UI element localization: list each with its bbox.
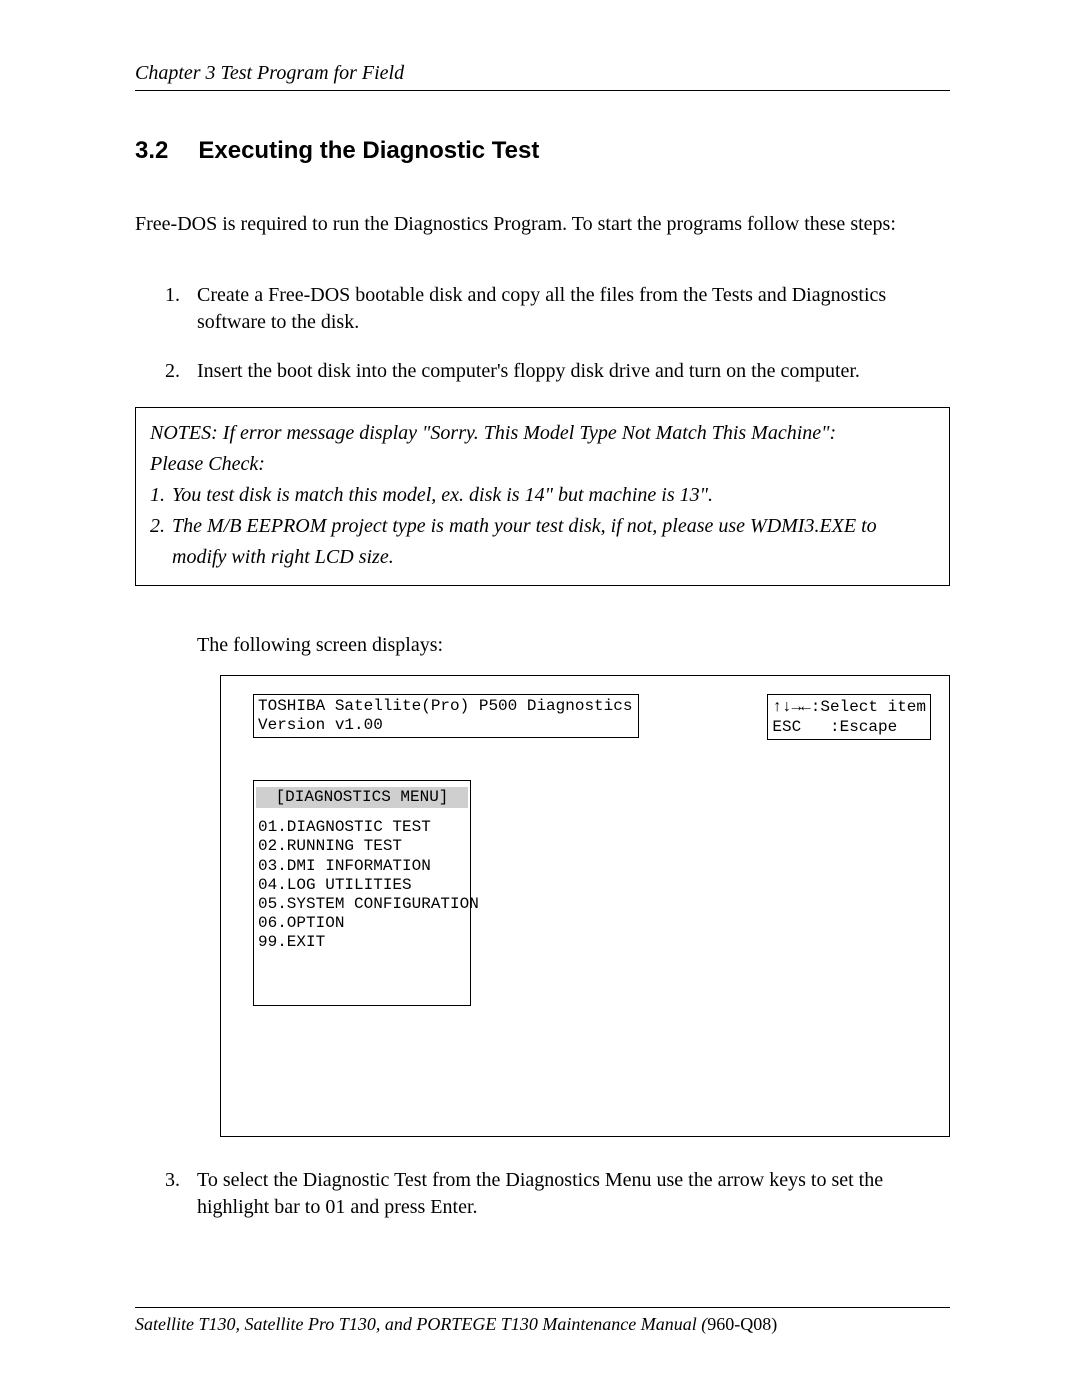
notes-item-1: You test disk is match this model, ex. d… — [150, 480, 935, 511]
screen-hint-esc: ESC :Escape — [772, 718, 897, 736]
steps-list: Create a Free-DOS bootable disk and copy… — [135, 282, 950, 385]
screen-title-box: TOSHIBA Satellite(Pro) P500 Diagnostics … — [253, 694, 639, 738]
notes-lead: NOTES: If error message display "Sorry. … — [150, 418, 935, 449]
diagnostics-screen: TOSHIBA Satellite(Pro) P500 Diagnostics … — [220, 675, 950, 1137]
steps-list-cont: To select the Diagnostic Test from the D… — [135, 1167, 950, 1221]
notes-please-check: Please Check: — [150, 449, 935, 480]
screen-hints-box: ↑↓→←:Select item ESC :Escape — [767, 694, 931, 740]
diagnostics-menu-title: [DIAGNOSTICS MENU] — [256, 787, 468, 808]
notes-box: NOTES: If error message display "Sorry. … — [135, 407, 950, 586]
page-footer: Satellite T130, Satellite Pro T130, and … — [135, 1307, 950, 1335]
step-1: Create a Free-DOS bootable disk and copy… — [197, 282, 950, 336]
screen-title-line2: Version v1.00 — [258, 716, 383, 734]
section-number: 3.2 — [135, 137, 168, 164]
step-2: Insert the boot disk into the computer's… — [197, 358, 950, 385]
notes-item-2: The M/B EEPROM project type is math your… — [150, 511, 935, 573]
section-title: 3.2 Executing the Diagnostic Test — [135, 137, 950, 165]
screen-hint-arrows: ↑↓→←:Select item — [772, 698, 926, 716]
diagnostics-menu-items: 01.DIAGNOSTIC TEST 02.RUNNING TEST 03.DM… — [256, 818, 468, 952]
chapter-header: Chapter 3 Test Program for Field — [135, 62, 950, 91]
step-3: To select the Diagnostic Test from the D… — [197, 1167, 950, 1221]
footer-italic: Satellite T130, Satellite Pro T130, and … — [135, 1314, 707, 1334]
intro-paragraph: Free-DOS is required to run the Diagnost… — [135, 211, 950, 238]
screen-caption: The following screen displays: — [197, 634, 950, 657]
screen-title-line1: TOSHIBA Satellite(Pro) P500 Diagnostics — [258, 697, 632, 715]
footer-rest: 960-Q08) — [707, 1314, 777, 1334]
diagnostics-menu: [DIAGNOSTICS MENU] 01.DIAGNOSTIC TEST 02… — [253, 780, 471, 1006]
section-title-text: Executing the Diagnostic Test — [198, 137, 539, 164]
